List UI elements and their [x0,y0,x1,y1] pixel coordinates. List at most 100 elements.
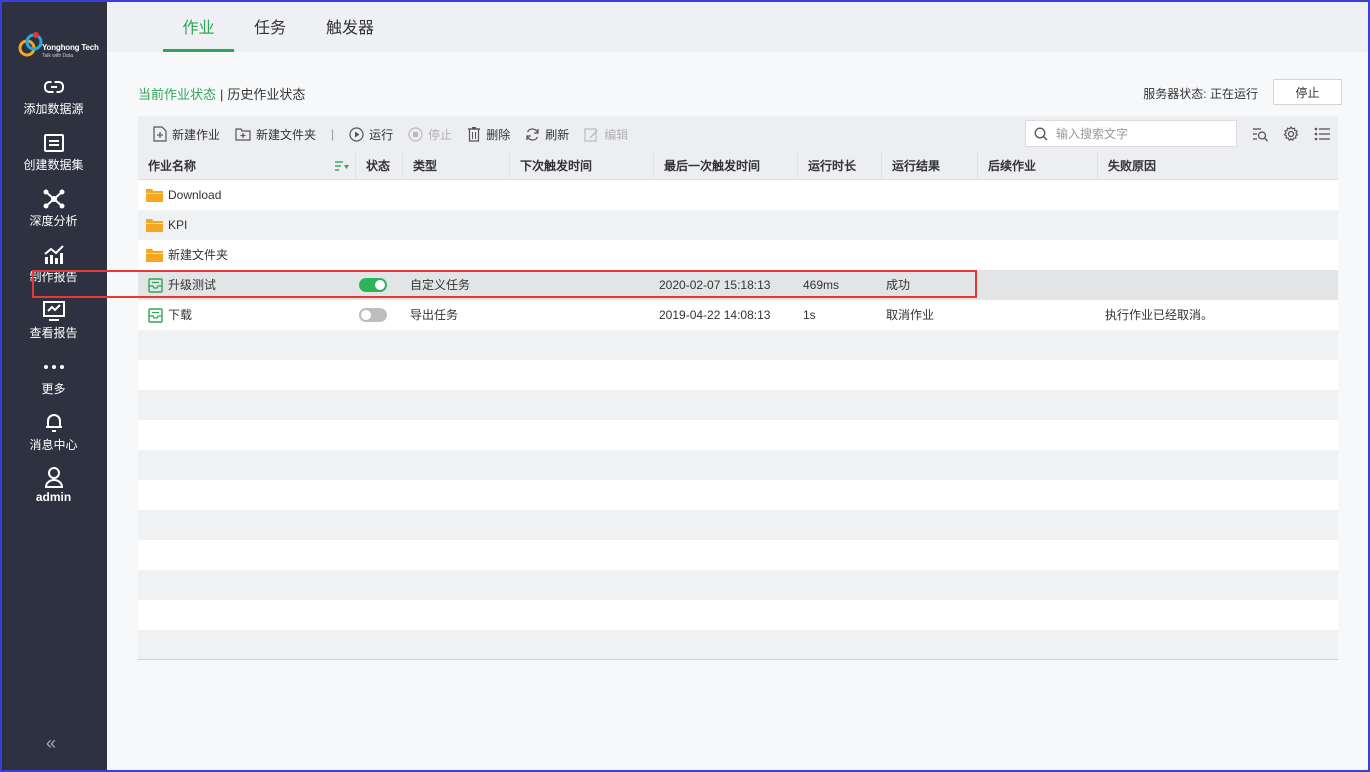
job-icon [148,277,163,293]
edit-label: 编辑 [604,127,629,142]
duration-cell: 469ms [803,278,840,292]
settings-gear-icon[interactable] [1282,125,1300,143]
delete-button[interactable]: 删除 [467,126,510,143]
col-header-fail-reason[interactable]: 失败原因 [1097,152,1338,180]
name-cell: KPI [146,210,187,240]
server-status-label: 服务器状态: [1143,87,1207,101]
empty-row [138,480,1338,510]
table-row[interactable]: 新建文件夹 [138,240,1338,270]
empty-row [138,630,1338,660]
refresh-button[interactable]: 刷新 [525,126,569,143]
refresh-label: 刷新 [545,127,570,142]
search-input[interactable] [1056,126,1226,141]
logo-subtitle: Talk with Data [42,53,74,59]
search-box[interactable] [1025,120,1237,147]
new-job-button[interactable]: 新建作业 [153,126,220,143]
nav-label: 添加数据源 [23,102,84,116]
table-row[interactable]: Download [138,180,1338,210]
col-header-label: 作业名称 [148,159,197,173]
nav-create-dataset[interactable]: 创建数据集 [0,132,107,182]
nav-make-report[interactable]: 制作报告 [0,244,107,294]
search-icon [1034,127,1048,140]
empty-row [138,570,1338,600]
play-icon [349,126,364,142]
history-job-status-link[interactable]: 历史作业状态 [227,87,305,102]
main-content: 当前作业状态 | 历史作业状态 服务器状态: 正在运行 停止 新建作业 新建文件夹 … [107,52,1368,770]
nav-label: 查看报告 [29,326,78,340]
stop-job-button[interactable]: 停止 [408,126,452,143]
edit-icon [584,127,599,142]
server-status: 服务器状态: 正在运行 [1143,85,1258,102]
folder-icon [146,219,163,232]
logo: Yonghong Tech Talk with Data [18,28,99,62]
jobs-table: 作业名称 状态 类型 下次触发时间 最后一次触发时间 运行时长 运行结果 后续作… [138,152,1338,660]
job-icon [148,307,163,323]
new-folder-label: 新建文件夹 [256,127,317,142]
logo-text: Yonghong Tech [42,43,99,52]
new-folder-button[interactable]: 新建文件夹 [235,126,316,143]
nav-label: 更多 [41,382,66,396]
table-row-selected[interactable]: 升级测试 自定义任务 2020-02-07 15:18:13 469ms 成功 [138,270,1338,300]
col-header-status[interactable]: 状态 [355,152,402,180]
new-job-label: 新建作业 [172,127,221,142]
col-header-next-trigger[interactable]: 下次触发时间 [509,152,653,180]
name-cell: Download [146,180,221,210]
dataset-icon [42,132,66,154]
nav-add-datasource[interactable]: 添加数据源 [0,76,107,126]
name-cell: 升级测试 [148,270,216,300]
nav-view-report[interactable]: 查看报告 [0,300,107,350]
tab-jobs[interactable]: 作业 [163,14,234,52]
advanced-search-icon[interactable] [1251,125,1269,143]
col-header-name[interactable]: 作业名称 [138,152,355,180]
collapse-sidebar-icon[interactable]: « [46,733,56,754]
duration-cell: 1s [803,308,816,322]
tab-tasks[interactable]: 任务 [252,14,288,52]
current-job-status-link[interactable]: 当前作业状态 [138,87,216,102]
tab-triggers[interactable]: 触发器 [324,14,376,52]
nav-user-admin[interactable]: admin [0,466,107,516]
col-header-last-trigger[interactable]: 最后一次触发时间 [653,152,797,180]
stop-icon [408,126,423,142]
nav-label: 创建数据集 [23,158,84,172]
table-row[interactable]: KPI [138,210,1338,240]
trash-icon [468,127,481,142]
status-toggle[interactable] [359,308,387,322]
analysis-icon [42,188,66,210]
nav-label: 制作报告 [29,270,78,284]
col-header-duration[interactable]: 运行时长 [797,152,881,180]
col-header-type[interactable]: 类型 [402,152,509,180]
run-button[interactable]: 运行 [349,126,393,143]
nav-more[interactable]: 更多 [0,356,107,406]
col-header-result[interactable]: 运行结果 [881,152,977,180]
run-label: 运行 [369,127,394,142]
table-header: 作业名称 状态 类型 下次触发时间 最后一次触发时间 运行时长 运行结果 后续作… [138,152,1338,180]
list-view-icon[interactable] [1313,125,1331,143]
name-cell: 新建文件夹 [146,240,228,270]
col-header-follow-job[interactable]: 后续作业 [977,152,1097,180]
result-cell: 成功 [886,278,911,292]
table-bottom-border [138,659,1338,660]
empty-row [138,540,1338,570]
nav-label: 深度分析 [29,214,78,228]
nav-label: admin [35,490,72,504]
job-status-links: 当前作业状态 | 历史作业状态 [138,84,305,103]
logo-icon [18,32,43,57]
more-icon [42,356,66,378]
delete-label: 删除 [486,127,511,142]
nav-deep-analysis[interactable]: 深度分析 [0,188,107,238]
nav-message-center[interactable]: 消息中心 [0,412,107,462]
link-icon [42,76,66,98]
row-name: 新建文件夹 [168,248,229,262]
empty-row [138,330,1338,360]
user-icon [42,466,66,488]
chart-icon [42,244,66,266]
filter-sort-icon[interactable] [335,160,349,172]
edit-button[interactable]: 编辑 [584,126,628,143]
row-name: KPI [168,218,188,232]
nav-label: 消息中心 [29,438,78,452]
empty-row [138,390,1338,420]
table-row[interactable]: 下载 导出任务 2019-04-22 14:08:13 1s 取消作业 执行作业… [138,300,1338,330]
status-toggle[interactable] [359,278,387,292]
stop-server-button[interactable]: 停止 [1273,79,1342,105]
row-name: Download [168,188,222,202]
